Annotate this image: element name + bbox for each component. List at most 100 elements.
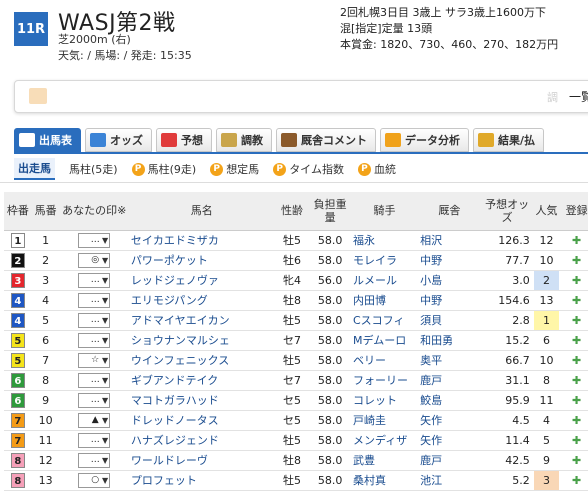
jockey-link[interactable]: 戸崎圭: [351, 410, 419, 431]
tab-2[interactable]: 予想: [156, 128, 212, 152]
umaban-cell: 11: [31, 430, 60, 451]
tab-0[interactable]: 出馬表: [14, 128, 81, 152]
register-horse-icon[interactable]: ✚: [559, 310, 588, 331]
register-horse-icon[interactable]: ✚: [559, 410, 588, 431]
horse-name-link[interactable]: セイカエドミザカ: [128, 230, 275, 251]
stable-link[interactable]: 鹿戸: [418, 450, 481, 471]
jockey-link[interactable]: Cスコフィ: [351, 310, 419, 331]
stable-link[interactable]: 奥平: [418, 350, 481, 371]
horse-name-link[interactable]: ドレッドノータス: [128, 410, 275, 431]
mark-select[interactable]: … ▼: [78, 273, 111, 288]
jockey-link[interactable]: ベリー: [351, 350, 419, 371]
horse-name-link[interactable]: ハナズレジェンド: [128, 430, 275, 451]
premium-icon: P: [131, 162, 145, 176]
register-horse-icon[interactable]: ✚: [559, 350, 588, 371]
horse-name-link[interactable]: ショウナンマルシェ: [128, 330, 275, 351]
subtab-5[interactable]: P 血統: [357, 161, 396, 177]
jockey-link[interactable]: 武豊: [351, 450, 419, 471]
stable-link[interactable]: 小島: [418, 270, 481, 291]
register-horse-icon[interactable]: ✚: [559, 430, 588, 451]
subtab-1[interactable]: 馬柱(5走): [69, 161, 118, 177]
register-horse-icon[interactable]: ✚: [559, 450, 588, 471]
horse-name-link[interactable]: ウインフェニックス: [128, 350, 275, 371]
register-horse-icon[interactable]: ✚: [559, 230, 588, 251]
odds-cell: 126.3: [480, 230, 534, 251]
subtab-2[interactable]: P 馬柱(9走): [131, 161, 196, 177]
tab-5[interactable]: データ分析: [380, 128, 469, 152]
stable-link[interactable]: 和田勇: [418, 330, 481, 351]
horse-name-link[interactable]: アドマイヤエイカン: [128, 310, 275, 331]
subtab-3[interactable]: P 想定馬: [210, 161, 259, 177]
subtab-0[interactable]: 出走馬: [14, 158, 55, 180]
mark-select[interactable]: … ▼: [78, 333, 111, 348]
stable-link[interactable]: 中野: [418, 290, 481, 311]
mark-cell: … ▼: [59, 310, 129, 331]
weight-cell: 56.0: [309, 270, 351, 291]
mark-select[interactable]: … ▼: [78, 313, 111, 328]
odds-cell: 5.2: [480, 470, 534, 491]
stable-link[interactable]: 池江: [418, 470, 481, 491]
tab-1[interactable]: オッズ: [85, 128, 152, 152]
chevron-down-icon: ▼: [102, 476, 109, 485]
mark-select[interactable]: ▲ ▼: [78, 413, 111, 428]
jockey-link[interactable]: コレット: [351, 390, 419, 411]
jockey-link[interactable]: メンディザ: [351, 430, 419, 451]
mark-select[interactable]: … ▼: [78, 433, 111, 448]
odds-cell: 95.9: [480, 390, 534, 411]
horse-name-link[interactable]: エリモジパング: [128, 290, 275, 311]
mark-select[interactable]: … ▼: [78, 393, 111, 408]
waku-cell: 5: [4, 350, 32, 371]
stable-link[interactable]: 中野: [418, 250, 481, 271]
odds-cell: 77.7: [480, 250, 534, 271]
chevron-down-icon: ▼: [102, 456, 109, 465]
horse-name-link[interactable]: パワーポケット: [128, 250, 275, 271]
chevron-down-icon: ▼: [102, 356, 109, 365]
table-row: 5 7 ☆ ▼ ウインフェニックス 牡5 58.0 ベリー 奥平 66.7 10 ✚: [4, 350, 588, 371]
mark-select[interactable]: … ▼: [78, 233, 111, 248]
register-horse-icon[interactable]: ✚: [559, 250, 588, 271]
tab-4[interactable]: 厩舎コメント: [276, 128, 376, 152]
tab-3[interactable]: 調教: [216, 128, 272, 152]
jockey-link[interactable]: Mデムーロ: [351, 330, 419, 351]
search-bar[interactable]: 調 一覧: [14, 80, 588, 113]
waku-badge: 3: [10, 272, 25, 288]
horse-name-link[interactable]: レッドジェノヴァ: [128, 270, 275, 291]
mark-select[interactable]: … ▼: [78, 453, 111, 468]
stable-link[interactable]: 鹿戸: [418, 370, 481, 391]
chevron-down-icon: ▼: [102, 296, 109, 305]
stable-link[interactable]: 須貝: [418, 310, 481, 331]
jockey-link[interactable]: 桑村真: [351, 470, 419, 491]
jockey-link[interactable]: モレイラ: [351, 250, 419, 271]
subtab-label: タイム指数: [289, 163, 344, 176]
premium-icon: P: [357, 162, 371, 176]
horse-name-link[interactable]: マコトガラハッド: [128, 390, 275, 411]
stable-link[interactable]: 矢作: [418, 410, 481, 431]
horse-name-link[interactable]: プロフェット: [128, 470, 275, 491]
tab-6[interactable]: 結果/払: [473, 128, 545, 152]
stable-link[interactable]: 矢作: [418, 430, 481, 451]
register-horse-icon[interactable]: ✚: [559, 290, 588, 311]
mark-select[interactable]: ☆ ▼: [78, 353, 111, 368]
jockey-link[interactable]: 内田博: [351, 290, 419, 311]
horse-name-link[interactable]: ワールドレーヴ: [128, 450, 275, 471]
register-horse-icon[interactable]: ✚: [559, 270, 588, 291]
list-link[interactable]: 一覧: [569, 88, 588, 105]
horse-name-link[interactable]: ギブアンドテイク: [128, 370, 275, 391]
register-horse-icon[interactable]: ✚: [559, 470, 588, 491]
jockey-link[interactable]: ルメール: [351, 270, 419, 291]
stable-link[interactable]: 相沢: [418, 230, 481, 251]
entries-table: 枠番 馬番 あなたの印※ 馬名 性齢 負担重量 騎手 厩舎 予想オッズ 人気 登…: [4, 192, 588, 491]
waku-cell: 4: [4, 290, 32, 311]
mark-select[interactable]: … ▼: [78, 373, 111, 388]
mark-select[interactable]: … ▼: [78, 293, 111, 308]
mark-select[interactable]: ○ ▼: [78, 473, 111, 488]
jockey-link[interactable]: フォーリー: [351, 370, 419, 391]
tab-label: 結果/払: [498, 134, 536, 147]
register-horse-icon[interactable]: ✚: [559, 390, 588, 411]
register-horse-icon[interactable]: ✚: [559, 330, 588, 351]
jockey-link[interactable]: 福永: [351, 230, 419, 251]
register-horse-icon[interactable]: ✚: [559, 370, 588, 391]
subtab-4[interactable]: P タイム指数: [273, 161, 344, 177]
stable-link[interactable]: 鮫島: [418, 390, 481, 411]
mark-select[interactable]: ◎ ▼: [78, 253, 111, 268]
